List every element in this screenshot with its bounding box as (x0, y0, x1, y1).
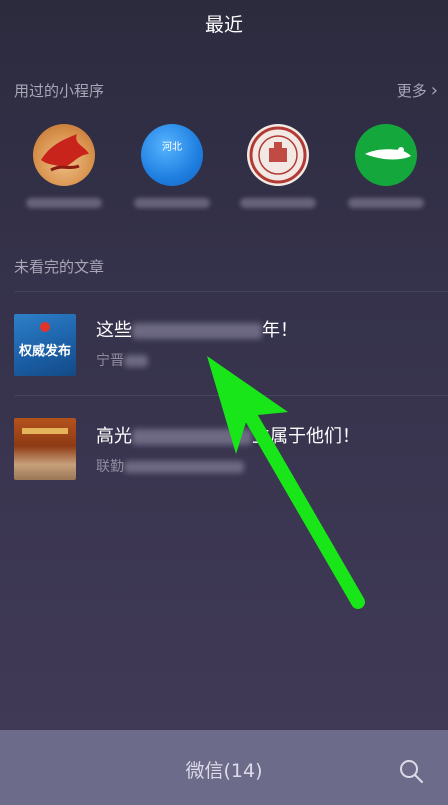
wechat-tab-label: 微信(14) (185, 760, 263, 782)
search-icon (400, 760, 423, 783)
bottom-bar[interactable]: 微信(14) (0, 730, 448, 805)
green-arrow-annotation (207, 356, 365, 609)
search-button[interactable] (398, 758, 424, 784)
